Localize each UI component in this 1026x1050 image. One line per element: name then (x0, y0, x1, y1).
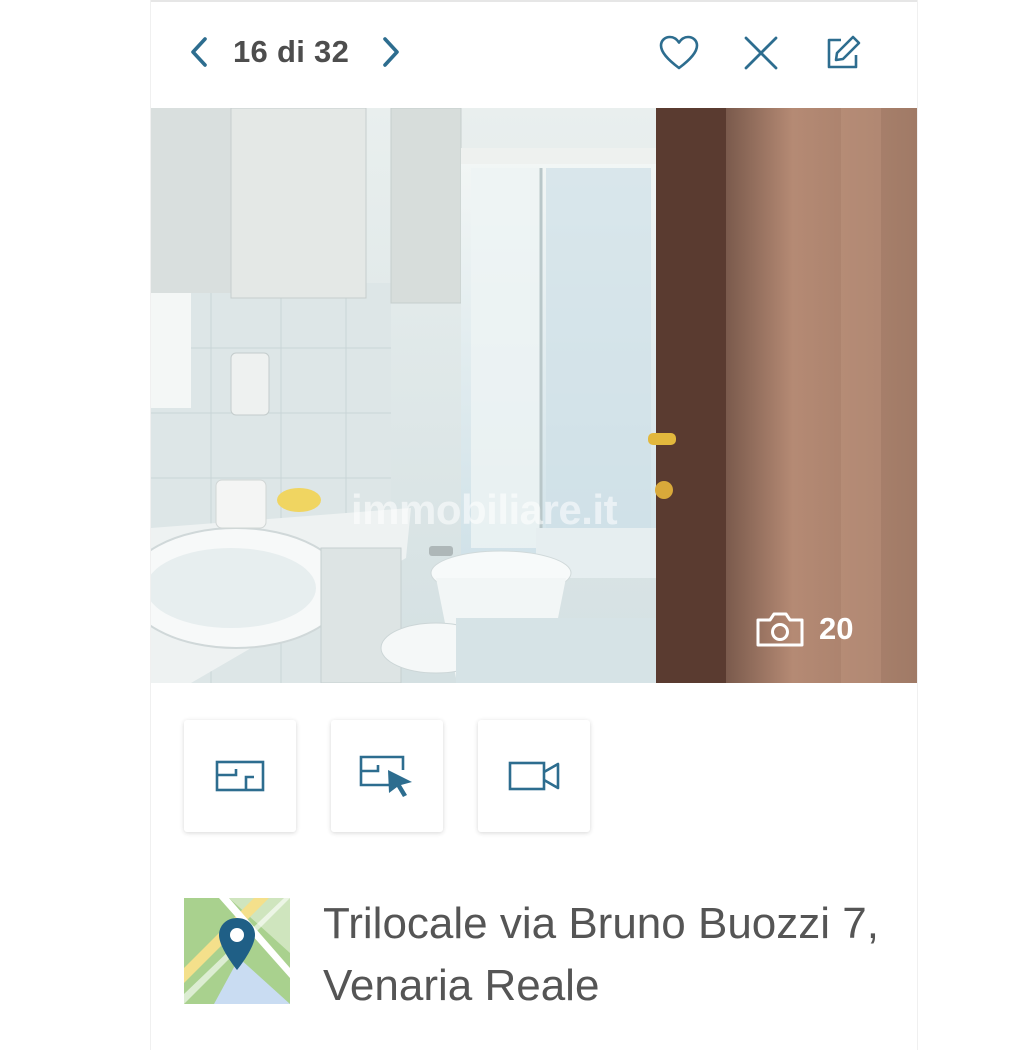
video-icon (508, 761, 560, 791)
bathroom-photo-image (151, 108, 917, 683)
photo-count-label: 20 (819, 611, 854, 646)
listing-detail-panel: 16 di 32 immobiliare.it 20 Trilocale via… (150, 0, 918, 1050)
chevron-right-icon (383, 37, 399, 67)
listing-photo[interactable]: immobiliare.it 20 (151, 108, 917, 683)
listing-title[interactable]: Trilocale via Bruno Buozzi 7, Venaria Re… (323, 893, 883, 1017)
photo-counter: 16 di 32 (233, 34, 350, 69)
edit-icon (827, 35, 861, 69)
virtual-tour-icon (359, 755, 412, 797)
photo-watermark: immobiliare.it (351, 486, 618, 533)
edit-button[interactable] (822, 32, 864, 74)
heart-icon (659, 35, 699, 70)
chevron-left-icon (191, 37, 207, 67)
map-pin-icon (184, 898, 290, 1004)
map-thumbnail[interactable] (184, 898, 290, 1004)
close-icon (744, 36, 778, 70)
next-photo-button[interactable] (373, 32, 409, 72)
close-button[interactable] (740, 32, 782, 74)
gallery-header: 16 di 32 (151, 2, 917, 107)
photo-count-badge[interactable]: 20 (755, 610, 853, 648)
previous-photo-button[interactable] (181, 32, 217, 72)
floorplan-button[interactable] (184, 720, 296, 832)
virtual-tour-button[interactable] (331, 720, 443, 832)
favorite-button[interactable] (658, 32, 700, 74)
video-button[interactable] (478, 720, 590, 832)
floorplan-icon (215, 760, 265, 792)
camera-icon (756, 612, 804, 647)
